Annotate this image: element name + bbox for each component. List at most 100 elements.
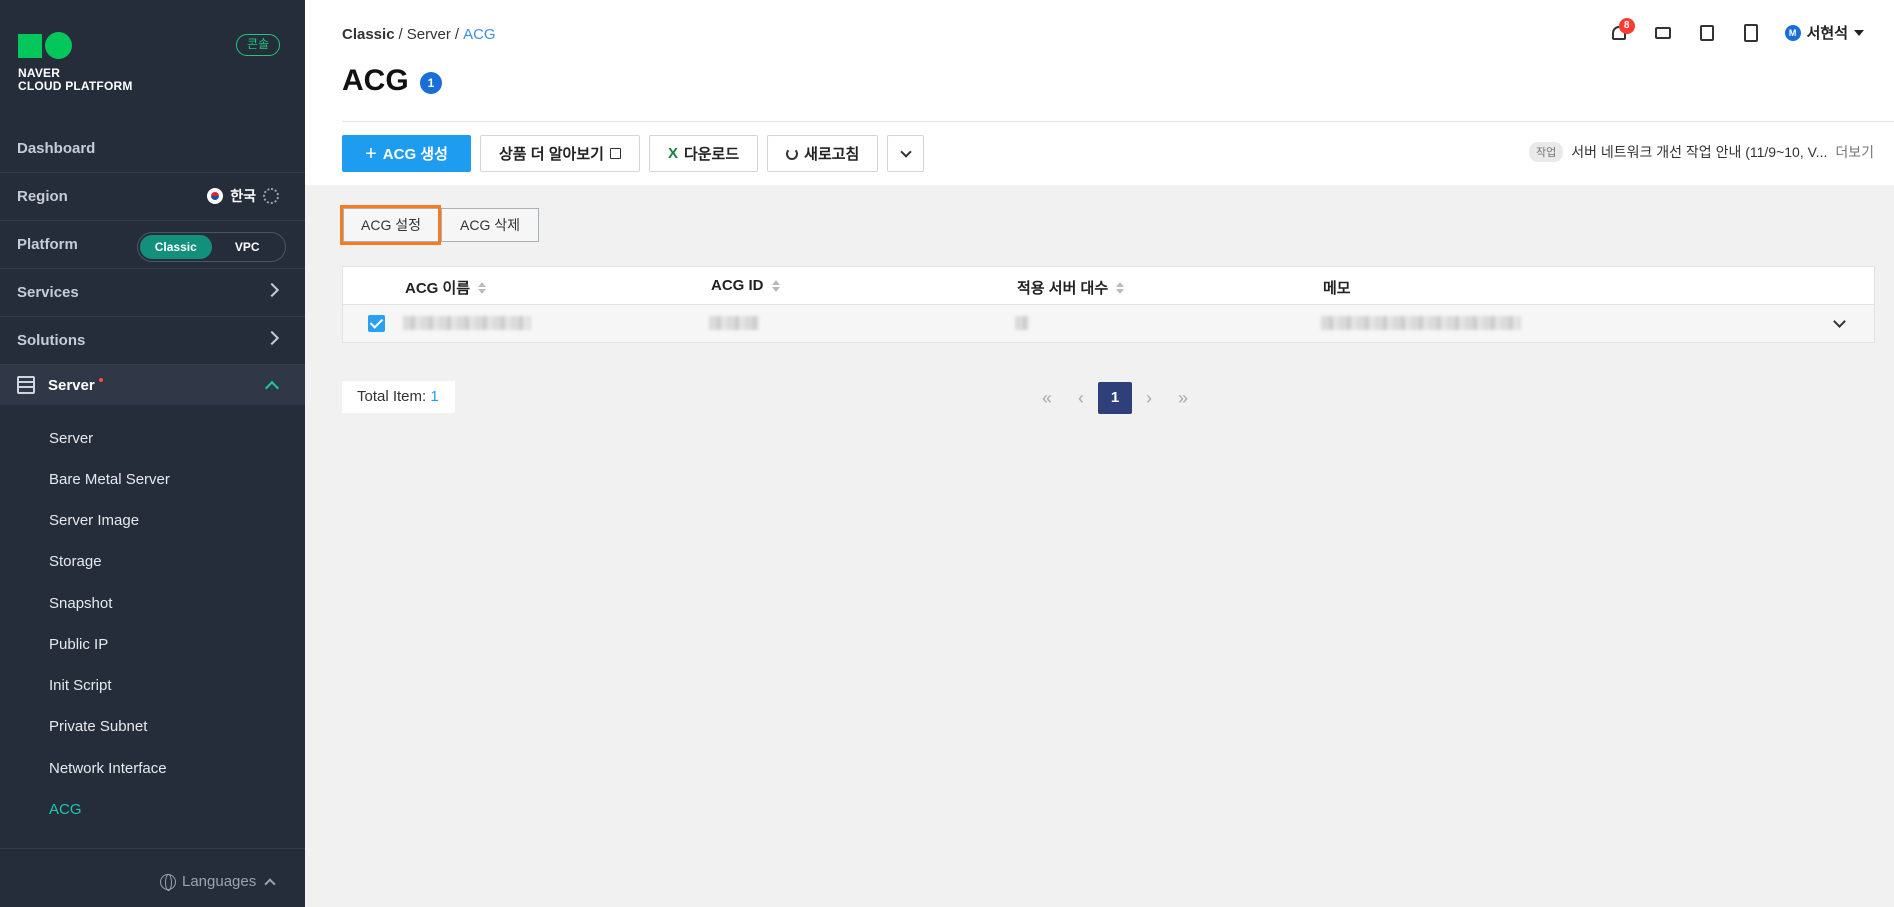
first-page-icon[interactable]: «	[1030, 382, 1064, 414]
download-button[interactable]: X 다운로드	[648, 135, 759, 172]
sidebar-item-server-image[interactable]: Server Image	[49, 512, 139, 529]
create-acg-button[interactable]: + ACG 생성	[342, 135, 471, 172]
platform-option-classic[interactable]: Classic	[140, 235, 212, 259]
guide-button[interactable]	[1741, 23, 1761, 43]
logo[interactable]: NAVER CLOUD PLATFORM	[18, 32, 133, 93]
chevron-down-icon	[900, 145, 912, 158]
last-page-icon[interactable]: »	[1166, 382, 1200, 414]
pagination: « ‹ 1 › »	[1030, 382, 1200, 414]
column-acg-id-label: ACG ID	[711, 277, 764, 294]
sidebar-item-snapshot[interactable]: Snapshot	[49, 595, 112, 612]
refresh-icon	[786, 147, 799, 160]
total-label: Total Item:	[357, 388, 427, 405]
nav-solutions[interactable]: Solutions	[0, 317, 305, 365]
refresh-label: 새로고침	[804, 146, 860, 163]
column-acg-name[interactable]: ACG 이름	[405, 277, 487, 298]
sidebar-item-network-interface[interactable]: Network Interface	[49, 760, 167, 777]
total-value: 1	[430, 388, 439, 405]
breadcrumb-item-server[interactable]: Server	[407, 26, 451, 43]
column-server-count[interactable]: 적용 서버 대수	[1017, 277, 1125, 298]
user-menu[interactable]: M 서현석	[1784, 22, 1864, 43]
table-header: ACG 이름 ACG ID 적용 서버 대수 메모	[343, 267, 1874, 305]
sidebar-item-acg[interactable]: ACG	[49, 801, 82, 818]
server-icon	[17, 376, 35, 394]
page-title: ACG	[342, 64, 409, 97]
languages-selector[interactable]: Languages	[160, 873, 276, 891]
nav-platform: Platform Classic VPC	[0, 221, 305, 269]
notice-banner: 작업 서버 네트워크 개선 작업 안내 (11/9~10, V... 더보기	[1528, 142, 1874, 162]
nav-services[interactable]: Services	[0, 269, 305, 317]
column-acg-id[interactable]: ACG ID	[711, 277, 780, 294]
chevron-right-icon	[264, 282, 280, 298]
sidebar-item-bare-metal-server[interactable]: Bare Metal Server	[49, 471, 170, 488]
platform-option-vpc[interactable]: VPC	[212, 235, 284, 259]
breadcrumb-item-classic[interactable]: Classic	[342, 26, 395, 43]
nav-dashboard[interactable]: Dashboard	[0, 125, 305, 173]
sidebar: NAVER CLOUD PLATFORM 콘솔 Dashboard Region…	[0, 0, 305, 907]
region-selector[interactable]: 한국	[207, 186, 279, 206]
sort-icon	[478, 281, 487, 294]
sidebar-item-private-subnet[interactable]: Private Subnet	[49, 718, 147, 735]
gear-icon[interactable]	[263, 188, 279, 204]
expand-row-icon[interactable]	[1833, 315, 1846, 328]
count-badge: 1	[420, 72, 442, 94]
sidebar-item-init-script[interactable]: Init Script	[49, 677, 112, 694]
sidebar-item-public-ip[interactable]: Public IP	[49, 636, 108, 653]
memo-icon	[1699, 24, 1714, 41]
nav-services-label: Services	[17, 284, 79, 301]
acg-delete-button[interactable]: ACG 삭제	[441, 208, 539, 242]
nav-server-group[interactable]: Server	[0, 365, 305, 405]
globe-icon	[160, 873, 176, 891]
region-value: 한국	[230, 188, 256, 204]
sort-icon	[1116, 281, 1125, 294]
learn-more-button[interactable]: 상품 더 알아보기	[480, 135, 640, 172]
toolbar: + ACG 생성 상품 더 알아보기 X 다운로드 새로고침	[342, 135, 925, 172]
column-memo-label: 메모	[1323, 280, 1351, 297]
download-label: 다운로드	[683, 146, 740, 163]
chat-icon	[1654, 26, 1671, 39]
new-dot	[98, 378, 103, 382]
caret-down-icon	[1854, 29, 1864, 36]
notice-tag: 작업	[1528, 142, 1564, 162]
next-page-icon[interactable]: ›	[1132, 382, 1166, 414]
platform-label: Platform	[17, 236, 78, 253]
redacted-acg-name	[403, 316, 531, 330]
chevron-up-icon	[264, 877, 276, 890]
memo-button[interactable]	[1697, 23, 1717, 43]
book-icon	[1743, 23, 1758, 42]
breadcrumb-item-acg: ACG	[463, 26, 496, 43]
notice-text[interactable]: 서버 네트워크 개선 작업 안내 (11/9~10, V...	[1571, 142, 1827, 162]
sort-icon	[771, 279, 780, 292]
console-badge[interactable]: 콘솔	[236, 34, 280, 56]
table-row[interactable]	[343, 305, 1874, 342]
column-acg-name-label: ACG 이름	[405, 280, 471, 297]
languages-row: Languages	[0, 848, 305, 907]
server-group-label: Server	[48, 376, 95, 394]
logo-mark-icon	[18, 32, 133, 59]
external-link-icon	[609, 148, 621, 159]
nav-region: Region 한국	[0, 173, 305, 221]
user-name: 서현석	[1806, 25, 1848, 42]
notification-button[interactable]: 8	[1609, 17, 1635, 43]
more-actions-button[interactable]	[887, 135, 925, 172]
learn-more-label: 상품 더 알아보기	[499, 146, 604, 163]
sidebar-item-storage[interactable]: Storage	[49, 553, 102, 570]
refresh-button[interactable]: 새로고침	[767, 135, 879, 172]
acg-table: ACG 이름 ACG ID 적용 서버 대수 메모	[342, 266, 1875, 343]
logo-line2: CLOUD PLATFORM	[18, 79, 133, 93]
chevron-up-icon	[264, 380, 280, 396]
redacted-server-count	[1015, 316, 1029, 330]
sidebar-item-server[interactable]: Server	[49, 430, 93, 447]
notification-badge: 8	[1618, 17, 1635, 34]
row-checkbox[interactable]	[368, 315, 385, 332]
platform-toggle[interactable]: Classic VPC	[137, 232, 286, 262]
languages-label: Languages	[182, 873, 257, 890]
page-button-current[interactable]: 1	[1098, 382, 1132, 414]
breadcrumb: Classic / Server / ACG	[342, 26, 496, 43]
chat-button[interactable]	[1653, 23, 1673, 43]
header-divider	[342, 121, 1894, 122]
notice-more-link[interactable]: 더보기	[1835, 142, 1874, 162]
prev-page-icon[interactable]: ‹	[1064, 382, 1098, 414]
create-acg-label: ACG 생성	[382, 146, 448, 163]
avatar: M	[1784, 24, 1801, 41]
